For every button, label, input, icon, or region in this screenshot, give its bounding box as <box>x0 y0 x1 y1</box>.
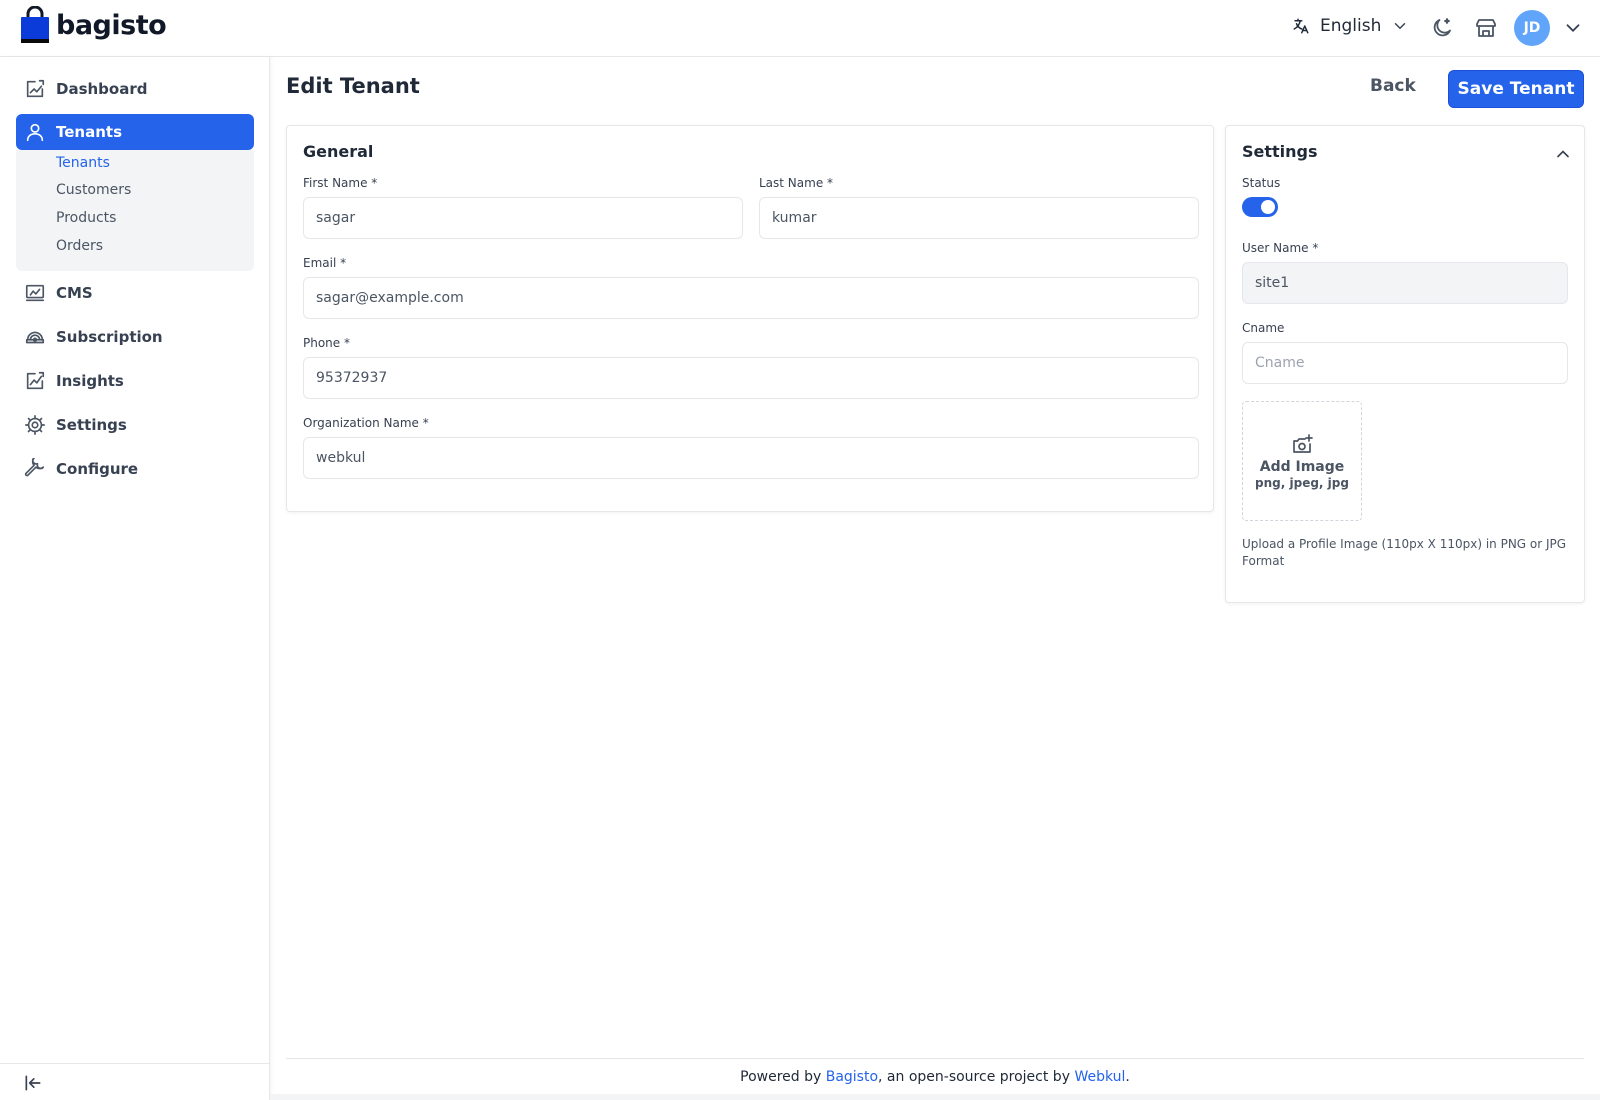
sidebar-item-label: CMS <box>56 284 93 302</box>
sidebar-item-settings[interactable]: Settings <box>16 407 254 443</box>
email-field[interactable] <box>303 277 1199 319</box>
language-switcher[interactable]: English <box>1292 16 1409 36</box>
sidebar-item-label: Settings <box>56 416 127 434</box>
add-image-dropzone[interactable]: Add Image png, jpeg, jpg <box>1242 401 1362 521</box>
cms-icon <box>25 284 45 302</box>
user-name-input[interactable] <box>1242 262 1568 304</box>
cname-input[interactable] <box>1242 342 1568 384</box>
sidebar-item-cms[interactable]: CMS <box>16 275 254 311</box>
logo-text: bagisto <box>56 9 167 41</box>
settings-icon <box>25 415 45 435</box>
back-button[interactable]: Back <box>1370 76 1416 96</box>
sidebar-item-label: Subscription <box>56 328 163 346</box>
settings-card: Settings Status User Name * Cname Add Im… <box>1225 125 1585 603</box>
dashboard-icon <box>26 79 45 98</box>
collapse-sidebar-icon[interactable] <box>23 1073 43 1093</box>
configure-icon <box>24 458 45 477</box>
submenu-item-orders[interactable]: Orders <box>56 238 103 254</box>
last-name-input[interactable] <box>759 197 1199 239</box>
top-bar: bagisto English JD <box>0 0 1600 57</box>
subscription-icon <box>25 331 45 344</box>
first-name-label: First Name * <box>303 176 378 190</box>
first-name-input[interactable] <box>303 197 743 239</box>
general-card: General First Name * Last Name * Email *… <box>286 125 1214 512</box>
toggle-knob <box>1261 200 1275 214</box>
translate-icon <box>1293 18 1309 34</box>
add-image-label: Add Image <box>1259 458 1345 475</box>
insights-icon <box>26 371 45 390</box>
submenu-item-tenants[interactable]: Tenants <box>56 155 110 171</box>
sidebar-item-tenants[interactable]: Tenants <box>16 114 254 150</box>
footer-strip <box>270 1094 1600 1100</box>
tenants-icon <box>26 123 44 142</box>
settings-title: Settings <box>1242 142 1318 161</box>
sidebar-item-insights[interactable]: Insights <box>16 363 254 399</box>
sidebar-item-configure[interactable]: Configure <box>16 451 254 487</box>
webkul-link[interactable]: Webkul <box>1074 1069 1125 1085</box>
organization-name-input[interactable] <box>303 437 1199 479</box>
save-tenant-button[interactable]: Save Tenant <box>1448 70 1584 108</box>
organization-name-label: Organization Name * <box>303 416 429 430</box>
submenu-item-products[interactable]: Products <box>56 210 116 226</box>
image-types-label: png, jpeg, jpg <box>1255 475 1349 490</box>
add-photo-icon <box>1293 433 1313 453</box>
user-name-label: User Name * <box>1242 241 1319 255</box>
email-label: Email * <box>303 256 347 270</box>
shopping-bag-icon <box>21 6 49 43</box>
logo[interactable]: bagisto <box>20 6 167 44</box>
chevron-up-icon[interactable] <box>1553 144 1573 164</box>
sidebar: Dashboard Tenants Tenants Customers Prod… <box>0 57 270 1100</box>
cname-label: Cname <box>1242 321 1285 335</box>
bagisto-link[interactable]: Bagisto <box>826 1069 878 1085</box>
status-label: Status <box>1242 176 1281 190</box>
tenants-submenu: Tenants Customers Products Orders <box>16 150 254 271</box>
phone-label: Phone * <box>303 336 350 350</box>
storefront-icon[interactable] <box>1474 16 1498 40</box>
last-name-label: Last Name * <box>759 176 834 190</box>
sidebar-item-label: Dashboard <box>56 80 148 98</box>
language-label: English <box>1320 16 1382 36</box>
footer-prefix: Powered by <box>740 1069 826 1085</box>
submenu-item-customers[interactable]: Customers <box>56 182 131 198</box>
sidebar-collapse <box>0 1063 270 1100</box>
status-toggle[interactable] <box>1242 197 1278 217</box>
general-title: General <box>303 142 374 161</box>
page-title: Edit Tenant <box>286 74 420 98</box>
avatar[interactable]: JD <box>1514 10 1550 46</box>
sidebar-item-label: Configure <box>56 460 139 478</box>
footer-suffix: . <box>1125 1069 1130 1085</box>
sidebar-item-label: Tenants <box>56 123 122 141</box>
dark-mode-icon[interactable] <box>1430 16 1454 40</box>
sidebar-item-subscription[interactable]: Subscription <box>16 319 254 355</box>
footer-middle: , an open-source project by <box>878 1069 1075 1085</box>
chevron-down-icon <box>1395 23 1406 30</box>
image-hint: Upload a Profile Image (110px X 110px) i… <box>1242 537 1567 568</box>
sidebar-item-dashboard[interactable]: Dashboard <box>16 71 254 107</box>
phone-field[interactable] <box>303 357 1199 399</box>
sidebar-item-label: Insights <box>56 372 124 390</box>
chevron-down-icon[interactable] <box>1562 17 1584 39</box>
